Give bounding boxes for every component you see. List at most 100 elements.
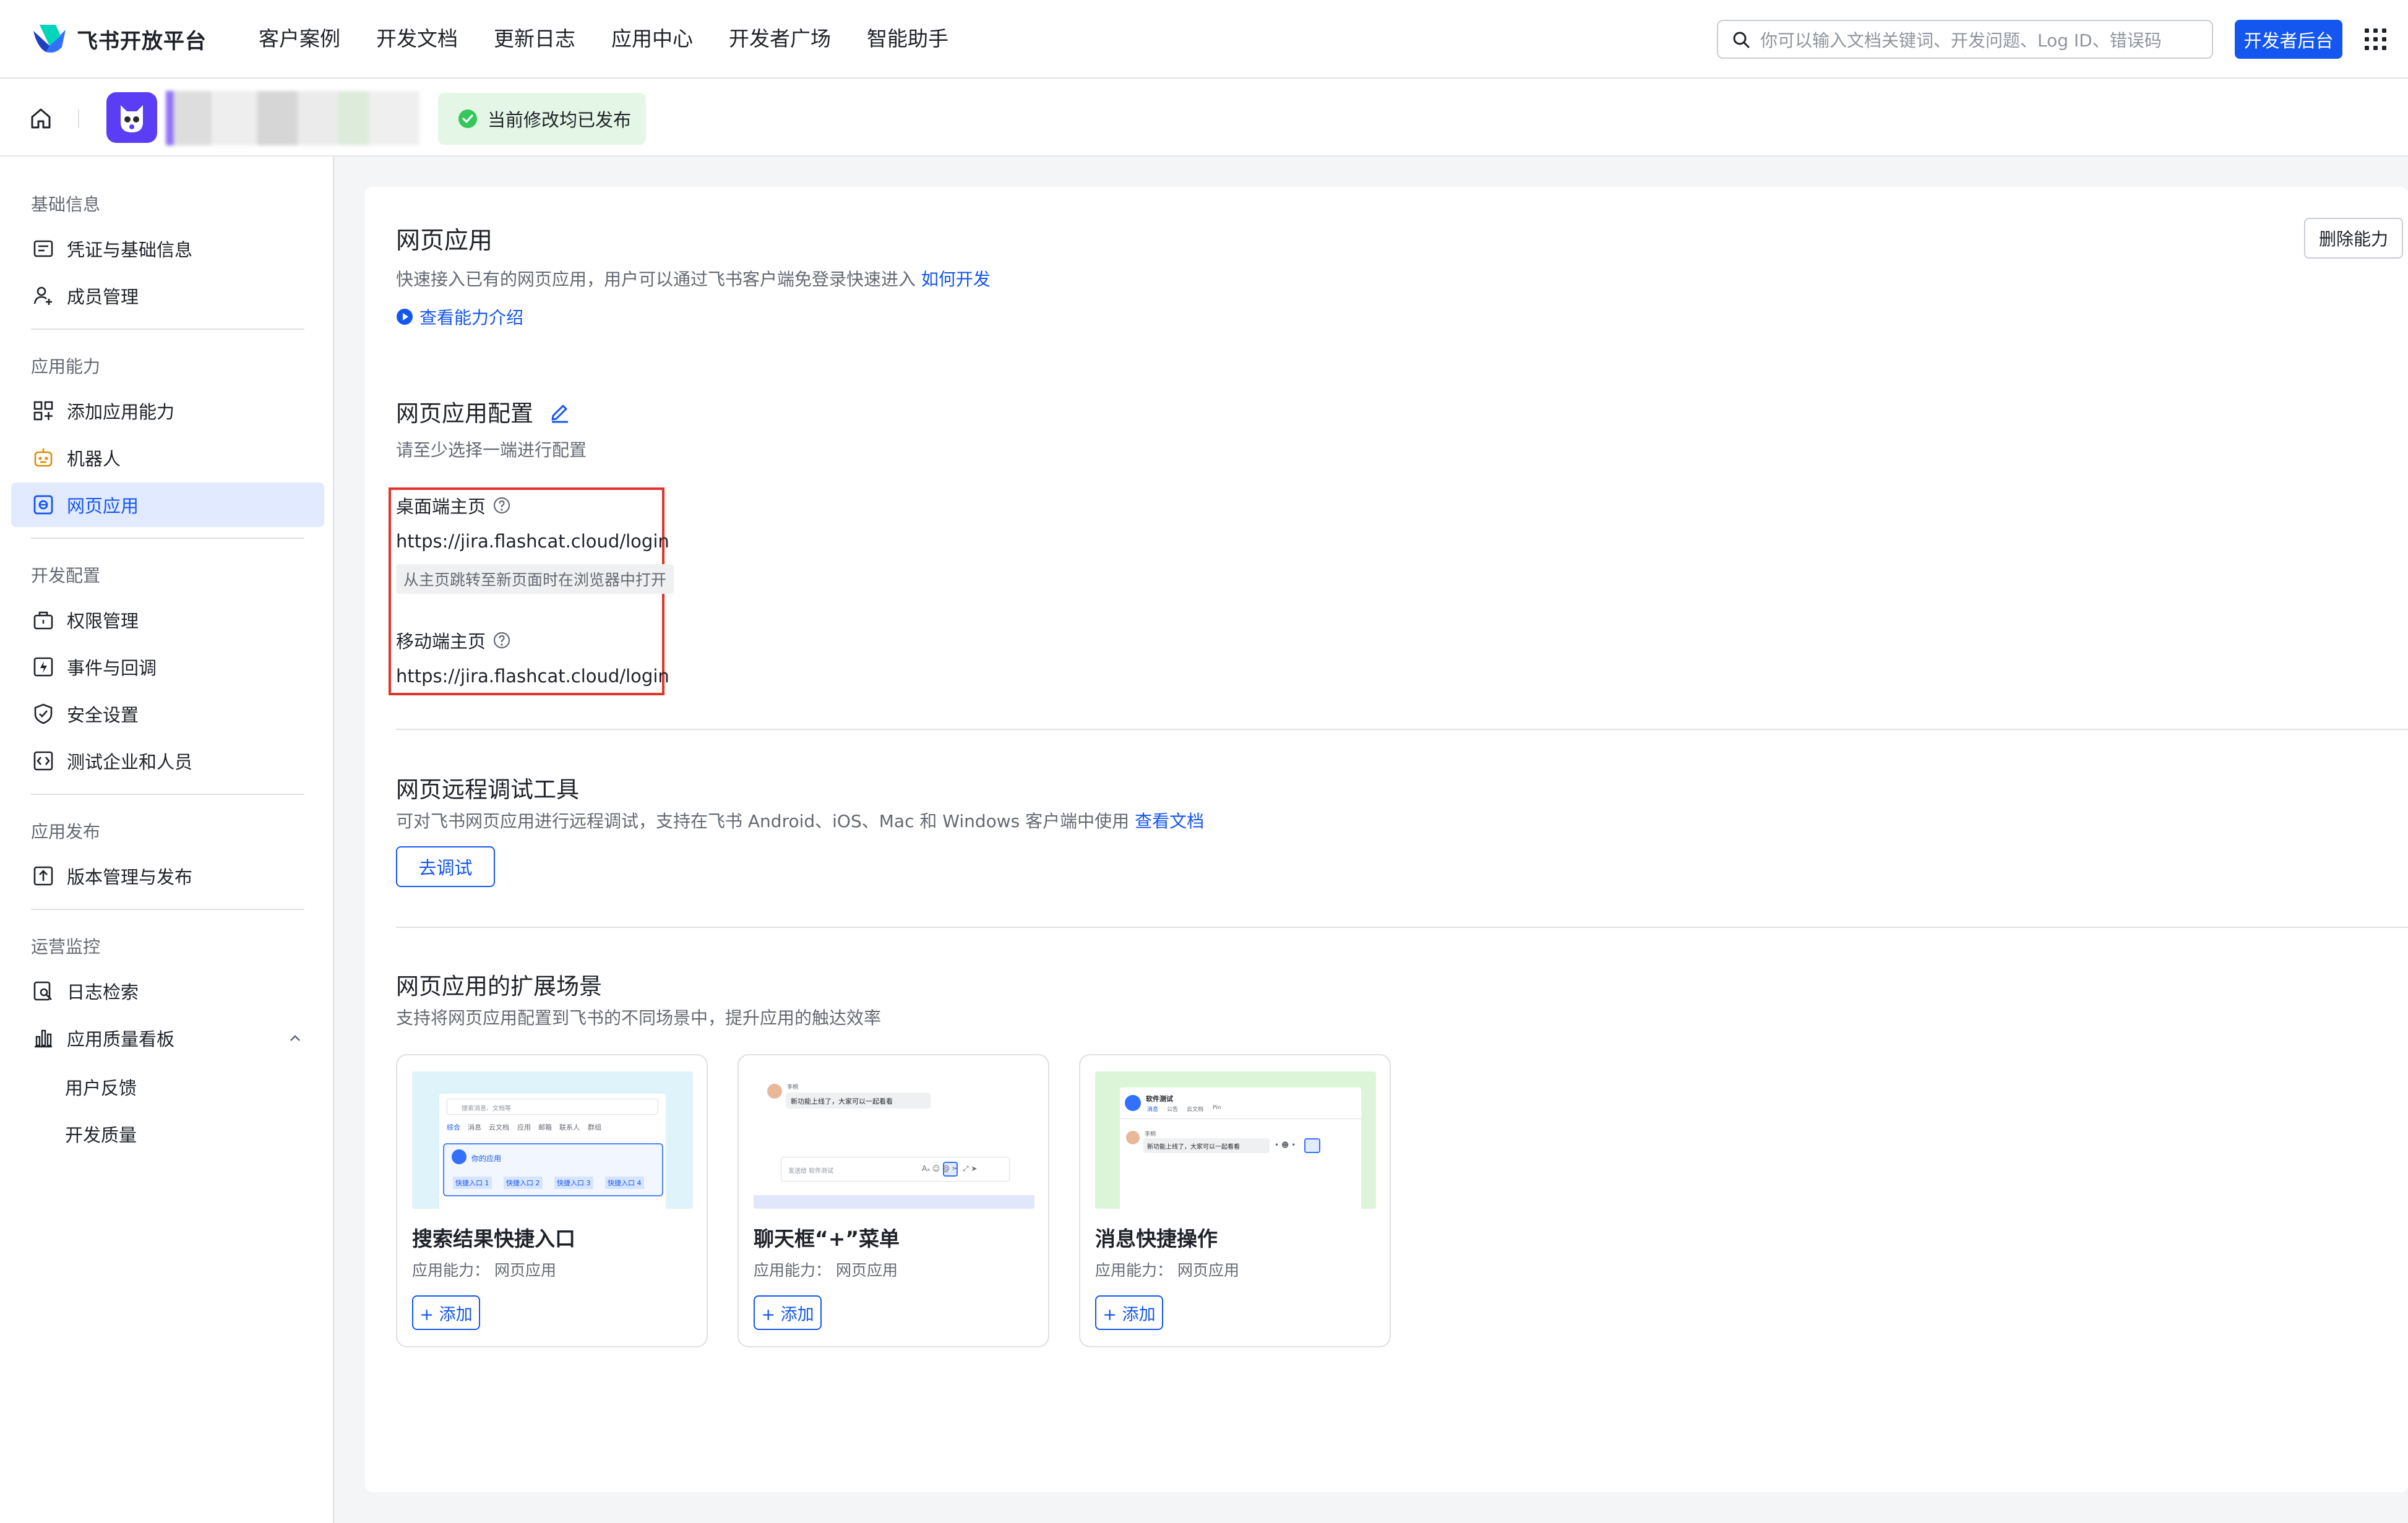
play-circle-icon — [397, 309, 413, 325]
grid-add-icon — [33, 401, 53, 421]
desktop-home-label-text: 桌面端主页 — [396, 496, 486, 517]
log-search-icon — [33, 981, 52, 1001]
scenes-title: 网页应用的扩展场景 — [396, 973, 602, 1000]
apps-grid-icon[interactable] — [2363, 27, 2388, 52]
sidebar-item-permissions[interactable]: 权限管理 — [11, 598, 324, 642]
sidebar-divider — [31, 794, 304, 795]
add-scene-button[interactable]: + 添加 — [412, 1295, 480, 1330]
nav-link-changelog[interactable]: 更新日志 — [494, 24, 575, 54]
preview-entry: 快捷入口 3 — [554, 1177, 593, 1189]
main-card: 网页应用 删除能力 快速接入已有的网页应用，用户可以通过飞书客户端免登录快速进入… — [365, 187, 2408, 1492]
sidebar-item-label: 版本管理与发布 — [67, 867, 193, 888]
upload-box-icon — [33, 866, 53, 886]
mobile-home-label-text: 移动端主页 — [396, 631, 486, 652]
preview-tab: 应用 — [517, 1123, 531, 1131]
preview-message: 新功能上线了，大家可以一起看看 — [791, 1097, 893, 1105]
how-to-develop-link[interactable]: 如何开发 — [921, 269, 991, 290]
preview-sender: 李桐 — [1145, 1131, 1156, 1138]
edit-icon[interactable] — [548, 400, 572, 423]
page-description: 快速接入已有的网页应用，用户可以通过飞书客户端免登录快速进入 如何开发 — [396, 266, 991, 291]
scene-card-search[interactable]: 搜索消息、文档等 综合 消息 云文档 应用 邮箱 联系人 群组 你的应用 快捷入… — [396, 1054, 708, 1347]
shield-icon — [34, 703, 53, 724]
app-name-redacted — [166, 91, 419, 145]
scene-card-chat-plus-menu[interactable]: 李桐 新功能上线了，大家可以一起看看 发送给 软件测试 Aₐ ☺ @ ✂ ⤢ ➤… — [737, 1054, 1049, 1347]
sidebar-item-logs[interactable]: 日志检索 — [11, 969, 324, 1013]
preview-message: 新功能上线了，大家可以一起看看 — [1147, 1144, 1240, 1151]
sidebar-divider — [31, 328, 304, 330]
preview-input: 发送给 软件测试 — [788, 1168, 834, 1175]
search-input[interactable]: 你可以输入文档关键词、开发问题、Log ID、错误码 — [1717, 20, 2213, 59]
event-callback-icon — [33, 657, 53, 677]
sidebar-item-events[interactable]: 事件与回调 — [11, 645, 324, 689]
add-scene-button[interactable]: + 添加 — [1095, 1295, 1163, 1330]
status-badge: 当前修改均已发布 — [438, 93, 646, 145]
sidebar-item-quality-board[interactable]: 应用质量看板 — [11, 1016, 324, 1060]
sidebar-item-versions[interactable]: 版本管理与发布 — [11, 854, 324, 898]
sidebar-item-label: 权限管理 — [67, 611, 139, 632]
preview-tab: 公告 — [1167, 1107, 1179, 1113]
home-icon[interactable] — [28, 106, 53, 131]
preview-entry: 快捷入口 4 — [605, 1177, 644, 1189]
nav-links: 客户案例 开发文档 更新日志 应用中心 开发者广场 智能助手 — [259, 24, 984, 54]
top-navigation: 飞书开放平台 客户案例 开发文档 更新日志 应用中心 开发者广场 智能助手 你可… — [0, 0, 2408, 79]
chevron-up-icon[interactable] — [286, 1029, 304, 1047]
view-docs-link[interactable]: 查看文档 — [1135, 811, 1204, 831]
desktop-home-label: 桌面端主页 — [396, 492, 510, 518]
sidebar-item-label: 机器人 — [67, 448, 121, 470]
id-card-icon — [33, 240, 53, 257]
section-divider — [396, 927, 2408, 928]
capability-intro-link[interactable]: 查看能力介绍 — [396, 304, 523, 329]
nav-link-app-center[interactable]: 应用中心 — [611, 24, 693, 54]
sidebar-item-members[interactable]: 成员管理 — [11, 273, 324, 318]
nav-link-docs[interactable]: 开发文档 — [376, 24, 458, 54]
user-add-icon — [33, 286, 52, 305]
config-header: 网页应用配置 — [396, 395, 572, 428]
chat-preview: 李桐 新功能上线了，大家可以一起看看 发送给 软件测试 Aₐ ☺ @ ✂ ⤢ ➤ — [754, 1071, 1034, 1209]
search-preview: 搜索消息、文档等 综合 消息 云文档 应用 邮箱 联系人 群组 你的应用 快捷入… — [412, 1071, 693, 1209]
nav-link-cases[interactable]: 客户案例 — [259, 24, 340, 54]
capability-intro-text: 查看能力介绍 — [419, 307, 524, 328]
sidebar-group-capabilities: 应用能力 — [31, 356, 101, 377]
preview-search-text: 搜索消息、文档等 — [462, 1105, 511, 1112]
search-icon — [1733, 32, 1750, 48]
briefcase-lock-icon — [33, 611, 53, 630]
nav-link-dev-square[interactable]: 开发者广场 — [729, 24, 831, 54]
delete-capability-button[interactable]: 删除能力 — [2304, 218, 2403, 259]
app-avatar[interactable] — [106, 92, 157, 143]
desktop-open-in-browser-tag: 从主页跳转至新页面时在浏览器中打开 — [396, 564, 674, 594]
preview-entry: 快捷入口 1 — [453, 1177, 492, 1189]
scene-subtitle: 应用能力： 网页应用 — [412, 1261, 556, 1279]
sidebar-item-web-app[interactable]: 网页应用 — [11, 483, 324, 527]
sidebar-group-basic: 基础信息 — [31, 194, 101, 215]
scene-card-message-shortcut[interactable]: 软件测试 消息 公告 云文档 Pin 李桐 新功能上线了，大家可以一起看看 • … — [1079, 1054, 1391, 1347]
sidebar-item-add-capability[interactable]: 添加应用能力 — [11, 388, 324, 433]
nav-link-assistant[interactable]: 智能助手 — [867, 24, 948, 54]
help-icon[interactable] — [493, 632, 510, 649]
sidebar-subitem-feedback[interactable]: 用户反馈 — [65, 1074, 137, 1100]
sidebar-group-release: 应用发布 — [31, 822, 101, 842]
sidebar-item-security[interactable]: 安全设置 — [11, 692, 324, 736]
brand[interactable]: 飞书开放平台 — [31, 20, 207, 58]
config-hint: 请至少选择一端进行配置 — [396, 440, 587, 460]
preview-tab: 邮箱 — [538, 1123, 552, 1131]
config-title: 网页应用配置 — [396, 400, 533, 427]
developer-console-button[interactable]: 开发者后台 — [2235, 20, 2342, 59]
sidebar-item-label: 测试企业和人员 — [67, 752, 193, 773]
sidebar-item-bot[interactable]: 机器人 — [11, 435, 324, 480]
sidebar-item-test-org[interactable]: 测试企业和人员 — [11, 739, 324, 783]
add-scene-button[interactable]: + 添加 — [754, 1295, 822, 1330]
debug-button[interactable]: 去调试 — [396, 846, 495, 887]
scenes-description: 支持将网页应用配置到飞书的不同场景中，提升应用的触达效率 — [396, 1008, 882, 1028]
preview-tab: Pin — [1213, 1105, 1221, 1111]
sidebar-item-label: 凭证与基础信息 — [67, 239, 193, 260]
sidebar-item-credentials[interactable]: 凭证与基础信息 — [11, 226, 324, 271]
sidebar-subitem-dev-quality[interactable]: 开发质量 — [65, 1121, 137, 1147]
web-app-icon — [33, 495, 53, 515]
help-icon[interactable] — [493, 497, 510, 514]
divider — [78, 109, 79, 128]
sidebar-group-dev-config: 开发配置 — [31, 565, 101, 586]
bar-chart-icon — [35, 1029, 52, 1048]
sidebar-item-label: 应用质量看板 — [67, 1029, 175, 1050]
feishu-logo-icon — [33, 25, 66, 53]
preview-tab: 消息 — [468, 1123, 481, 1131]
